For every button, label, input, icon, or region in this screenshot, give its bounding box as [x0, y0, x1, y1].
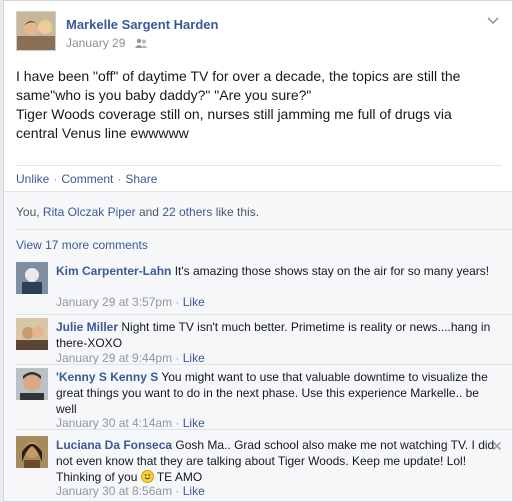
- commenter-name[interactable]: Julie Miller: [56, 320, 118, 334]
- post-actions: Unlike · Comment · Share: [16, 165, 502, 187]
- comment-item: Luciana Da Fonseca Gosh Ma.. Grad school…: [16, 436, 502, 500]
- commenter-name[interactable]: Luciana Da Fonseca: [56, 438, 172, 452]
- comment-meta: January 29 at 3:57pm · Like: [56, 295, 205, 309]
- comment-meta: January 30 at 8:56am · Like: [56, 484, 205, 498]
- unlike-link[interactable]: Unlike: [16, 172, 49, 186]
- comment-like-link[interactable]: Like: [183, 351, 205, 365]
- separator: ·: [117, 172, 122, 186]
- post-body: I have been "off" of daytime TV for over…: [16, 68, 461, 141]
- comments-section: You, Rita Olczak Piper and 22 others lik…: [4, 191, 512, 501]
- post-card: Markelle Sargent Harden January 29 I hav…: [3, 0, 513, 502]
- smile-emoticon: [140, 470, 154, 483]
- comment-like-link[interactable]: Like: [183, 295, 205, 309]
- friends-icon[interactable]: [134, 38, 148, 52]
- separator: ·: [172, 295, 183, 309]
- comment-item: Kim Carpenter-Lahn It's amazing those sh…: [16, 262, 502, 310]
- likes-prefix: You,: [16, 205, 43, 219]
- comment-body: 'Kenny S Kenny S You might want to use t…: [56, 369, 496, 417]
- comment-body: Julie Miller Night time TV isn't much be…: [56, 319, 496, 351]
- likes-summary: You, Rita Olczak Piper and 22 others lik…: [16, 205, 259, 219]
- close-icon[interactable]: [492, 438, 502, 451]
- commenter-avatar[interactable]: [16, 318, 48, 350]
- comment-body: Luciana Da Fonseca Gosh Ma.. Grad school…: [56, 437, 496, 485]
- post-date: January 29: [66, 36, 148, 52]
- comment-like-link[interactable]: Like: [183, 416, 205, 430]
- author-avatar[interactable]: [16, 11, 56, 51]
- comment-text: It's amazing those shows stay on the air…: [171, 264, 490, 278]
- comment-time[interactable]: January 29 at 9:44pm: [56, 351, 172, 365]
- divider: [16, 229, 512, 230]
- comment-body: Kim Carpenter-Lahn It's amazing those sh…: [56, 263, 496, 279]
- commenter-avatar[interactable]: [16, 368, 48, 400]
- comment-item: Julie Miller Night time TV isn't much be…: [16, 318, 502, 366]
- share-link[interactable]: Share: [125, 172, 157, 186]
- comment-text: Night time TV isn't much better. Primeti…: [56, 320, 491, 350]
- comment-item: 'Kenny S Kenny S You might want to use t…: [16, 368, 502, 430]
- comment-text-end: TE AMO: [153, 470, 203, 484]
- likes-middle: and: [135, 205, 163, 219]
- comment-like-link[interactable]: Like: [183, 484, 205, 498]
- likes-suffix: like this.: [212, 205, 260, 219]
- comment-meta: January 30 at 4:14am · Like: [56, 416, 205, 430]
- divider: [16, 429, 512, 430]
- separator: ·: [53, 172, 58, 186]
- liker-name-link[interactable]: Rita Olczak Piper: [43, 205, 136, 219]
- separator: ·: [172, 416, 183, 430]
- divider: [16, 364, 512, 365]
- post-author-name[interactable]: Markelle Sargent Harden: [66, 17, 218, 32]
- chevron-down-icon[interactable]: [486, 13, 500, 25]
- comment-meta: January 29 at 9:44pm · Like: [56, 351, 205, 365]
- commenter-name[interactable]: 'Kenny S Kenny S: [56, 370, 158, 384]
- commenter-avatar[interactable]: [16, 436, 48, 468]
- likes-others-link[interactable]: 22 others: [162, 205, 212, 219]
- comment-time[interactable]: January 30 at 8:56am: [56, 484, 172, 498]
- separator: ·: [172, 484, 183, 498]
- comment-time[interactable]: January 29 at 3:57pm: [56, 295, 172, 309]
- view-more-comments-link[interactable]: View 17 more comments: [16, 238, 148, 252]
- post-date-text[interactable]: January 29: [66, 36, 125, 50]
- commenter-name[interactable]: Kim Carpenter-Lahn: [56, 264, 171, 278]
- commenter-avatar[interactable]: [16, 262, 48, 294]
- comment-link[interactable]: Comment: [61, 172, 113, 186]
- comment-time[interactable]: January 30 at 4:14am: [56, 416, 172, 430]
- divider: [16, 314, 512, 315]
- separator: ·: [172, 351, 183, 365]
